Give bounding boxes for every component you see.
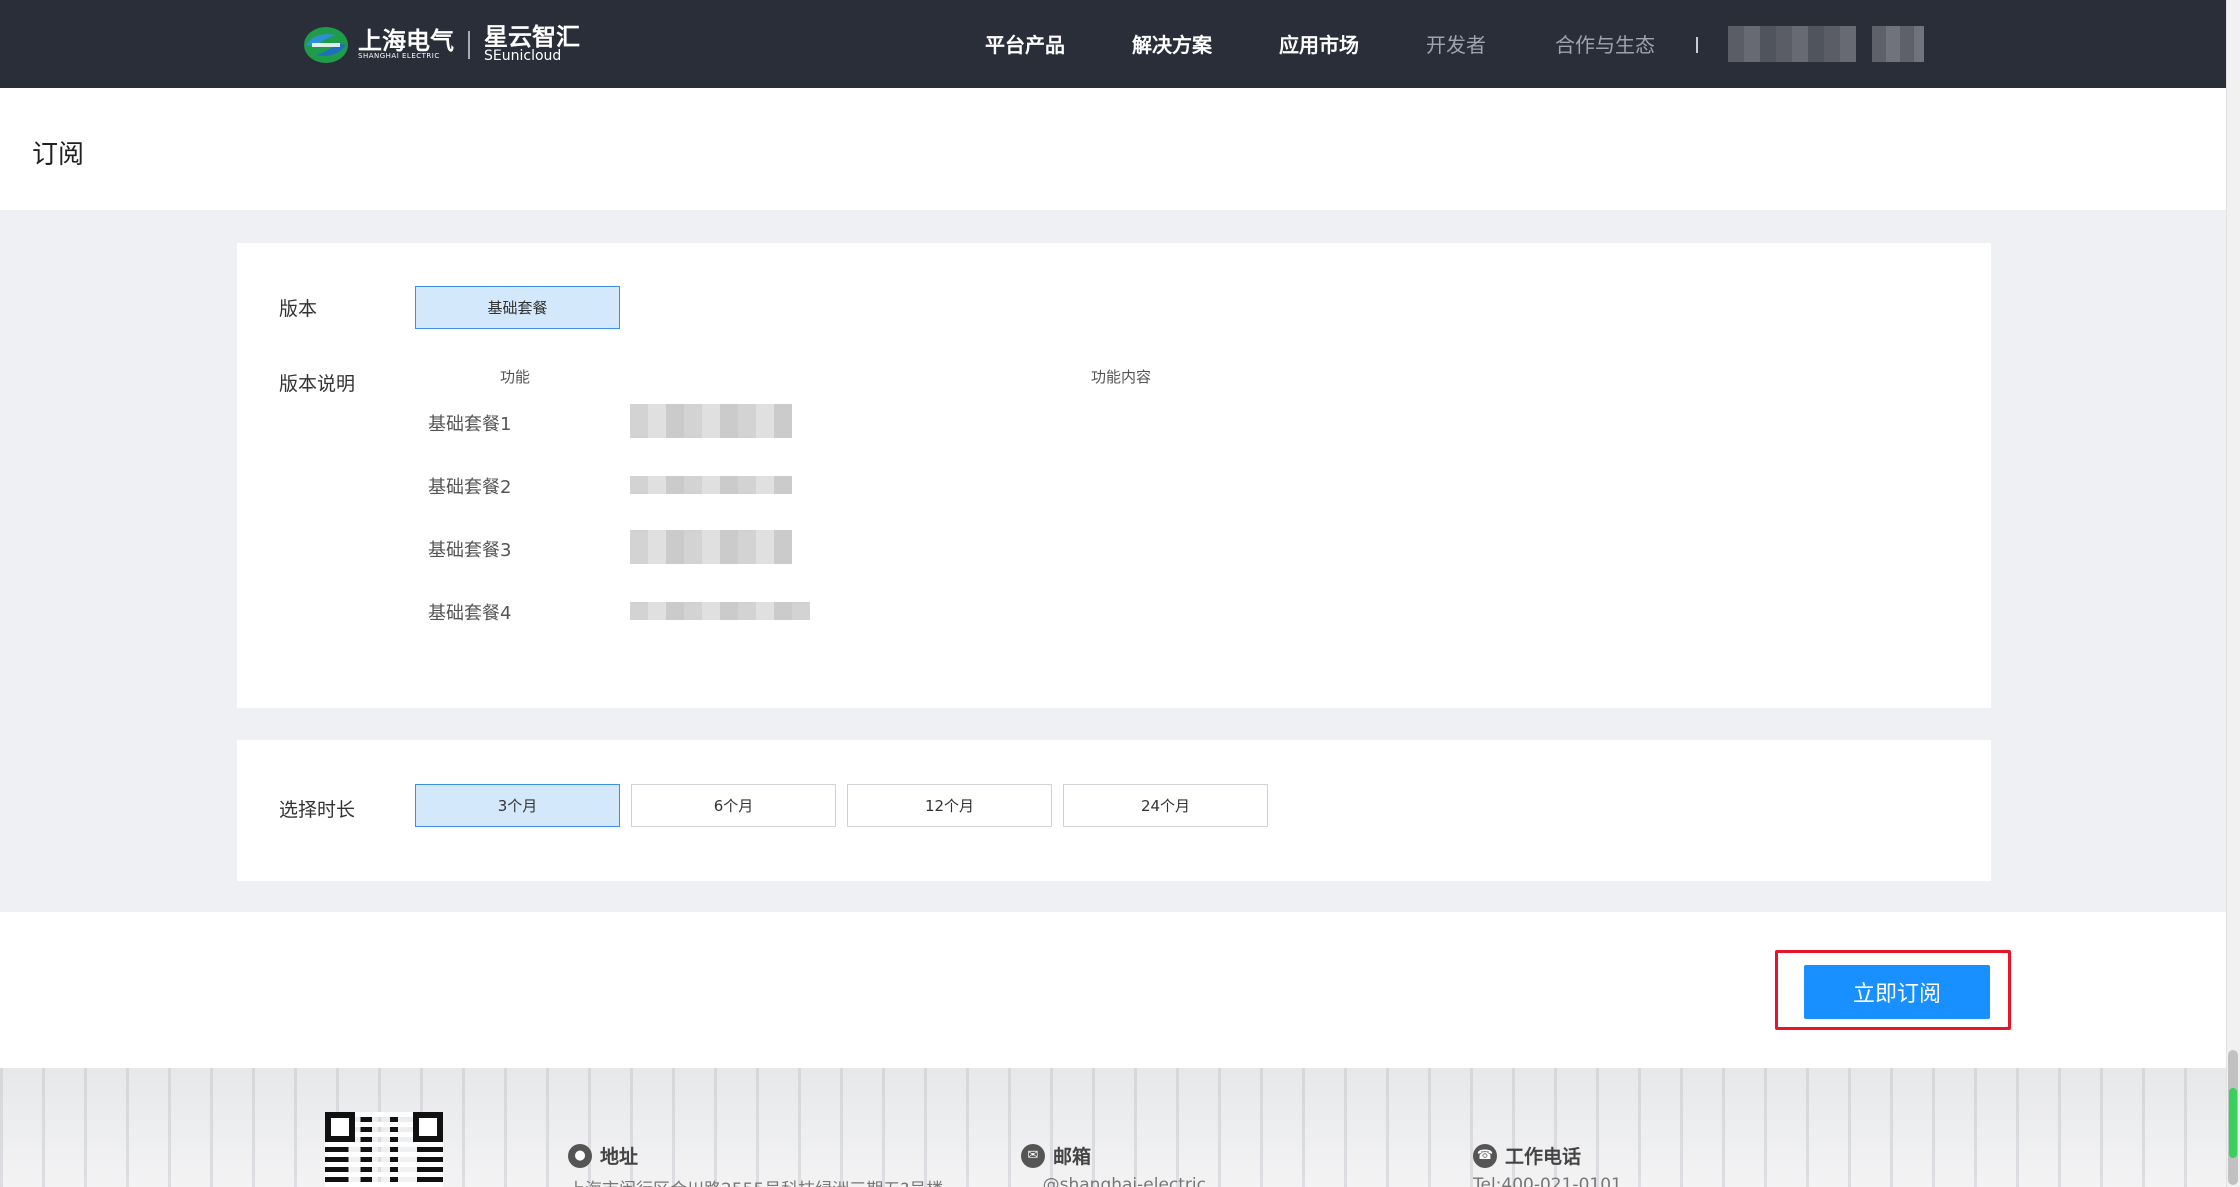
footer-address-label: 地址 xyxy=(600,1146,639,1168)
subscribe-now-button[interactable]: 立即订阅 xyxy=(1804,965,1990,1019)
brand-name: 上海电气 xyxy=(358,27,454,55)
feature-content-redacted xyxy=(630,476,792,494)
feature-content-redacted xyxy=(630,404,792,438)
feature-row-name: 基础套餐3 xyxy=(428,540,512,561)
scrollbar-indicator xyxy=(2229,1088,2237,1158)
feature-content-column-header: 功能内容 xyxy=(1091,368,1152,386)
feature-row-name: 基础套餐2 xyxy=(428,477,512,498)
brand-logo[interactable]: 上海电气 SHANGHAI ELECTRIC 星云智汇 SEunicloud xyxy=(302,24,580,66)
footer-phone-text: Tel:400-021-0101 xyxy=(1473,1175,1622,1187)
title-bar xyxy=(0,88,2226,210)
duration-option-3m[interactable]: 3个月 xyxy=(415,784,620,827)
feature-content-redacted xyxy=(630,530,792,564)
feature-column-header: 功能 xyxy=(500,368,531,386)
duration-option-6m[interactable]: 6个月 xyxy=(631,784,836,827)
footer-email-text: ....@shanghai-electric... xyxy=(1021,1175,1223,1187)
page-scrollbar[interactable] xyxy=(2226,0,2240,1187)
nav-partners[interactable]: 合作与生态 xyxy=(1555,30,1655,60)
qr-corner xyxy=(413,1112,443,1142)
feature-content-redacted xyxy=(630,602,810,620)
footer-address: ● 地址 xyxy=(568,1142,638,1169)
brand-name-en: SHANGHAI ELECTRIC xyxy=(358,52,440,60)
feature-row-name: 基础套餐1 xyxy=(428,414,512,435)
qr-corner xyxy=(325,1112,355,1142)
phone-icon: ☎ xyxy=(1473,1143,1497,1168)
duration-label: 选择时长 xyxy=(279,799,356,821)
edition-option-basic[interactable]: 基础套餐 xyxy=(415,286,620,329)
user-avatar-redacted[interactable] xyxy=(1872,26,1924,62)
nav-platform-products[interactable]: 平台产品 xyxy=(985,30,1065,60)
top-navbar: 上海电气 SHANGHAI ELECTRIC 星云智汇 SEunicloud 平… xyxy=(0,0,2226,88)
location-pin-icon: ● xyxy=(568,1143,592,1168)
duration-option-24m[interactable]: 24个月 xyxy=(1063,784,1268,827)
duration-option-12m[interactable]: 12个月 xyxy=(847,784,1052,827)
feature-row-name: 基础套餐4 xyxy=(428,603,512,624)
logo-divider xyxy=(468,31,470,59)
mail-icon: ✉ xyxy=(1021,1143,1045,1168)
nav-app-market[interactable]: 应用市场 xyxy=(1279,30,1359,60)
product-name: 星云智汇 xyxy=(484,23,580,51)
user-info-redacted[interactable] xyxy=(1728,26,1856,62)
page-title: 订阅 xyxy=(32,140,85,170)
shanghai-electric-logo-icon xyxy=(302,25,350,65)
nav-divider xyxy=(1696,37,1698,53)
footer-address-text: 上海市闵行区合川路2555号科技绿洲三期五?号楼 xyxy=(568,1175,988,1187)
footer-phone-label: 工作电话 xyxy=(1505,1146,1582,1168)
edition-desc-label: 版本说明 xyxy=(279,373,356,395)
footer-email: ✉ 邮箱 xyxy=(1021,1142,1091,1169)
qr-code xyxy=(325,1112,443,1187)
edition-label: 版本 xyxy=(279,298,318,320)
product-name-en: SEunicloud xyxy=(484,48,562,64)
footer-phone: ☎ 工作电话 xyxy=(1473,1142,1581,1169)
nav-solutions[interactable]: 解决方案 xyxy=(1132,30,1212,60)
footer-email-label: 邮箱 xyxy=(1053,1146,1092,1168)
nav-developer[interactable]: 开发者 xyxy=(1426,30,1486,60)
